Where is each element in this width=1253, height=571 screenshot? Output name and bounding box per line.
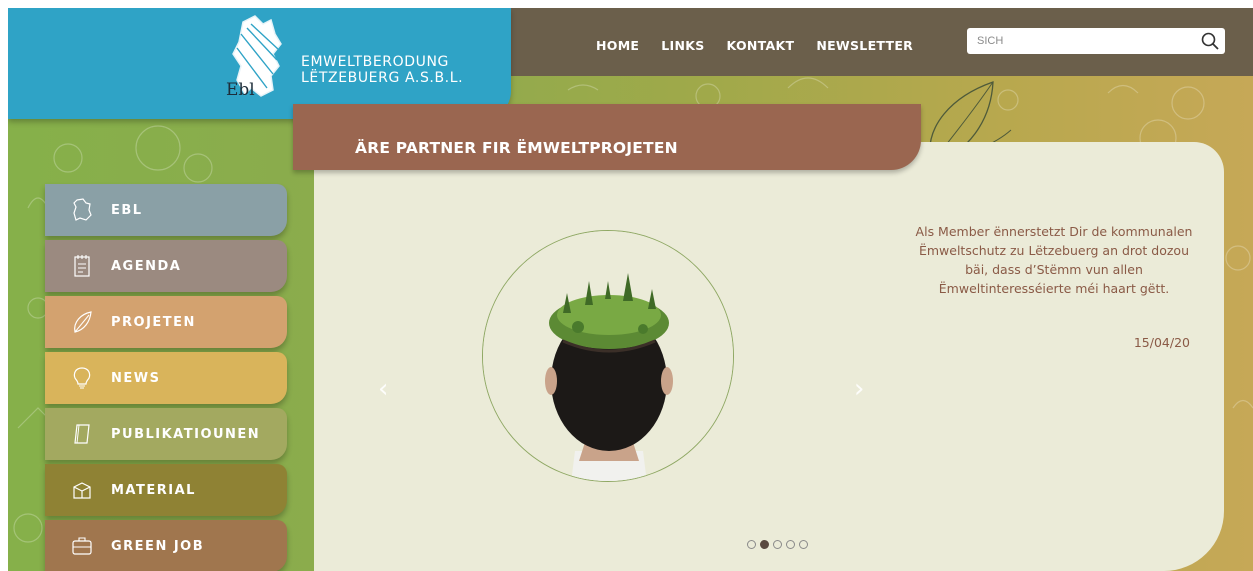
slider-dot-3[interactable] [773,540,782,549]
main-nav: HOME LINKS KONTAKT NEWSLETTER [596,38,913,53]
search-icon[interactable] [1201,32,1219,50]
sidebar-item-news[interactable]: NEWS [45,352,287,404]
slide-date: 15/04/20 [1133,335,1190,350]
window-top-edge [0,0,1253,8]
lightbulb-icon [73,367,91,389]
sidebar-item-label: GREEN JOB [111,539,205,554]
window-left-edge [0,0,8,571]
box-icon [73,482,91,499]
slide-image-circle [482,230,734,482]
organization-name-line2: LËTZEBUERG A.S.B.L. [301,70,464,86]
slide-text: Als Member ënnerstetzt Dir de kommunalen… [915,224,1193,296]
organization-name: EMWELTBERODUNG LËTZEBUERG A.S.B.L. [301,54,463,86]
slider-pagination [747,540,808,549]
sidebar-item-label: MATERIAL [111,483,196,498]
head-with-plants-illustration [483,231,733,481]
slider-dot-4[interactable] [786,540,795,549]
logo-ebl-mark: Ebl [226,80,255,100]
leaf-icon [74,311,92,333]
sidebar-item-material[interactable]: MATERIAL [45,464,287,516]
sidebar-item-label: PROJETEN [111,315,196,330]
sidebar-item-projeten[interactable]: PROJETEN [45,296,287,348]
slider-dot-2[interactable] [760,540,769,549]
organization-name-line1: EMWELTBERODUNG [301,54,449,70]
sidebar-item-label: PUBLIKATIOUNEN [111,427,261,442]
sidebar-item-publikatiounen[interactable]: PUBLIKATIOUNEN [45,408,287,460]
nav-links[interactable]: LINKS [661,38,704,53]
slider-prev-button[interactable]: ‹ [378,374,388,404]
page-frame: Ebl EMWELTBERODUNG LËTZEBUERG A.S.B.L. H… [8,8,1253,571]
slider-dot-1[interactable] [747,540,756,549]
sidebar-item-label: AGENDA [111,259,182,274]
document-icon [74,424,90,444]
luxembourg-map-icon [73,198,92,221]
notepad-icon [74,255,90,277]
sidebar-item-ebl[interactable]: EBL [45,184,287,236]
nav-newsletter[interactable]: NEWSLETTER [816,38,913,53]
nav-home[interactable]: HOME [596,38,639,53]
sidebar-item-label: EBL [111,203,143,218]
banner-title: ÄRE PARTNER FIR ËMWELTPROJETEN [355,139,678,157]
nav-kontakt[interactable]: KONTAKT [727,38,795,53]
sidebar-item-label: NEWS [111,371,161,386]
section-banner: ÄRE PARTNER FIR ËMWELTPROJETEN [293,104,921,170]
sidebar-item-green-job[interactable]: GREEN JOB [45,520,287,571]
sidebar-item-agenda[interactable]: AGENDA [45,240,287,292]
slider-panel: ‹ › Als Member ënnerstetzt Dir de kommun… [314,142,1224,571]
search-input[interactable] [967,28,1187,54]
slider-next-button[interactable]: › [854,374,864,404]
briefcase-icon [72,537,92,555]
search-box [967,28,1225,54]
logo-header[interactable]: Ebl EMWELTBERODUNG LËTZEBUERG A.S.B.L. [8,8,511,119]
slider-dot-5[interactable] [799,540,808,549]
